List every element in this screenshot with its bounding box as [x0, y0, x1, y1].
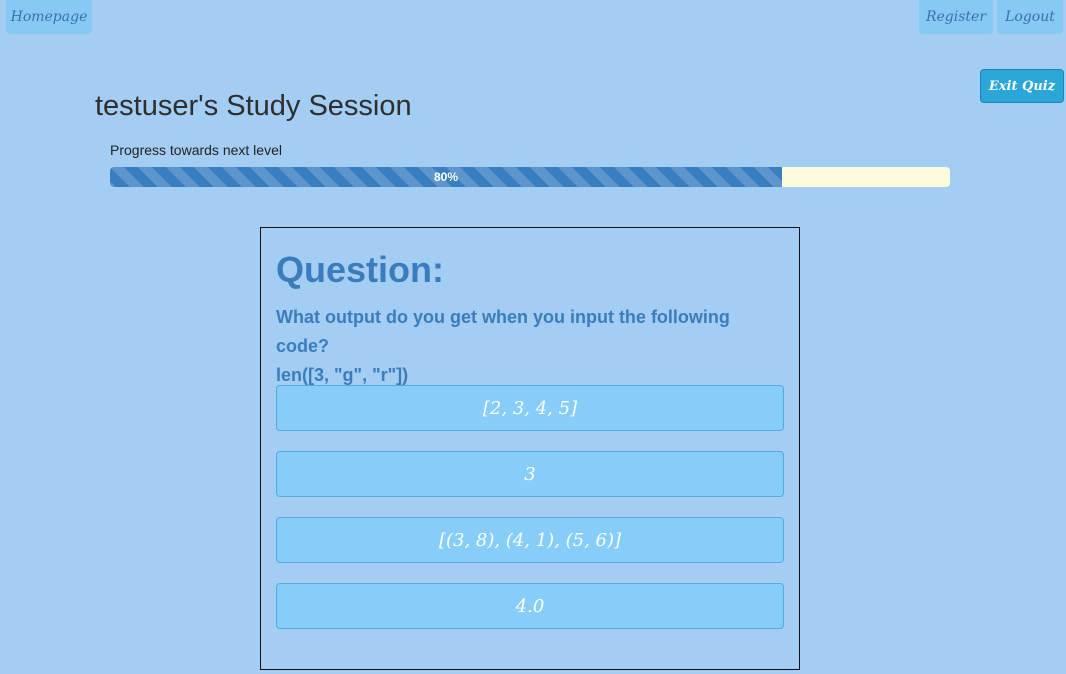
homepage-button[interactable]: Homepage	[6, 0, 92, 34]
question-card: Question: What output do you get when yo…	[260, 227, 800, 670]
page-title: testuser's Study Session	[95, 90, 412, 122]
progress-label: Progress towards next level	[110, 142, 282, 158]
question-heading: Question:	[276, 249, 444, 290]
answer-option[interactable]: 3	[276, 451, 784, 497]
question-code: len([3, "g", "r"])	[276, 365, 409, 385]
question-text: What output do you get when you input th…	[276, 303, 781, 390]
question-prompt: What output do you get when you input th…	[276, 307, 730, 356]
progress-bar: 80%	[110, 167, 950, 187]
answer-option[interactable]: 4.0	[276, 583, 784, 629]
progress-bar-fill: 80%	[110, 167, 782, 187]
logout-button[interactable]: Logout	[997, 0, 1063, 34]
exit-quiz-button[interactable]: Exit Quiz	[980, 69, 1064, 103]
study-session-page: Homepage Register Logout Exit Quiz testu…	[0, 0, 1066, 674]
answer-option[interactable]: [(3, 8), (4, 1), (5, 6)]	[276, 517, 784, 563]
progress-value: 80%	[433, 170, 459, 184]
register-button[interactable]: Register	[919, 0, 993, 34]
answer-option[interactable]: [2, 3, 4, 5]	[276, 385, 784, 431]
